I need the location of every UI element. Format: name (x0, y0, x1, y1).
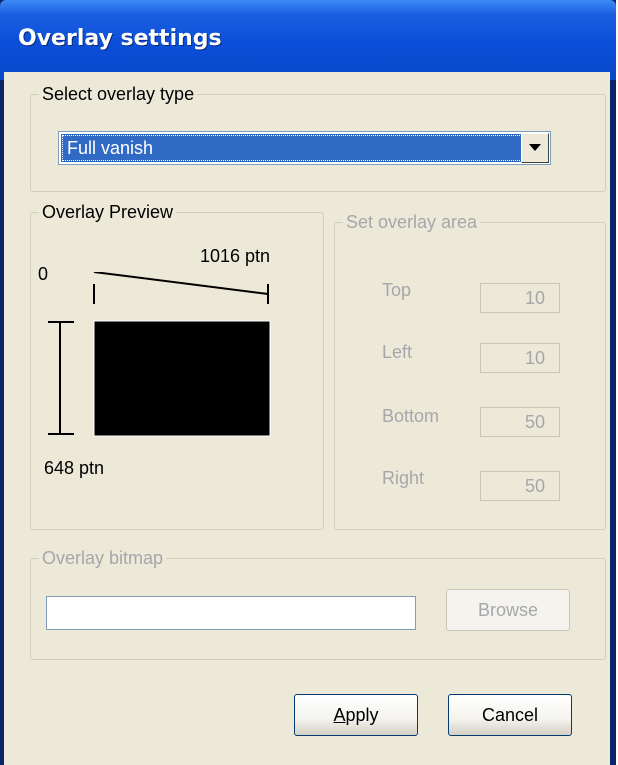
bitmap-path-input[interactable] (46, 596, 416, 630)
chevron-down-icon (529, 144, 541, 151)
overlay-type-legend: Select overlay type (39, 83, 198, 105)
overlay-preview-legend: Overlay Preview (39, 201, 177, 223)
top-field[interactable]: 10 (480, 283, 560, 313)
apply-accelerator: A (333, 705, 346, 725)
overlay-preview-area (93, 320, 271, 437)
window-title: Overlay settings (18, 26, 222, 51)
right-field[interactable]: 50 (480, 471, 560, 501)
preview-height-label: 648 ptn (44, 458, 105, 478)
apply-button-label: pply (345, 705, 379, 725)
overlay-type-selected[interactable]: Full vanish (61, 134, 523, 162)
overlay-area-legend: Set overlay area (343, 211, 481, 233)
overlay-settings-window: Overlay settings Select overlay type Ful… (0, 0, 616, 765)
bottom-field[interactable]: 50 (480, 407, 560, 437)
overlay-bitmap-legend: Overlay bitmap (39, 547, 167, 569)
preview-diagram (48, 272, 271, 437)
browse-button-label: Browse (477, 600, 539, 620)
browse-button[interactable]: Browse (446, 589, 570, 631)
bottom-label: Bottom (382, 406, 440, 426)
dropdown-button[interactable] (521, 133, 549, 163)
preview-width-label: 1016 ptn (200, 246, 271, 266)
left-field[interactable]: 10 (480, 343, 560, 373)
apply-button[interactable]: Apply (294, 694, 418, 736)
dialog-body: Select overlay type Full vanish Overlay … (4, 72, 610, 765)
width-dimension-line (93, 272, 269, 295)
top-label: Top (382, 280, 412, 300)
overlay-type-dropdown[interactable]: Full vanish (58, 131, 551, 165)
left-label: Left (382, 342, 413, 362)
cancel-button[interactable]: Cancel (448, 694, 572, 736)
title-bar[interactable]: Overlay settings (0, 0, 616, 80)
right-label: Right (382, 468, 425, 488)
overlay-area-group: Set overlay area (334, 211, 606, 530)
